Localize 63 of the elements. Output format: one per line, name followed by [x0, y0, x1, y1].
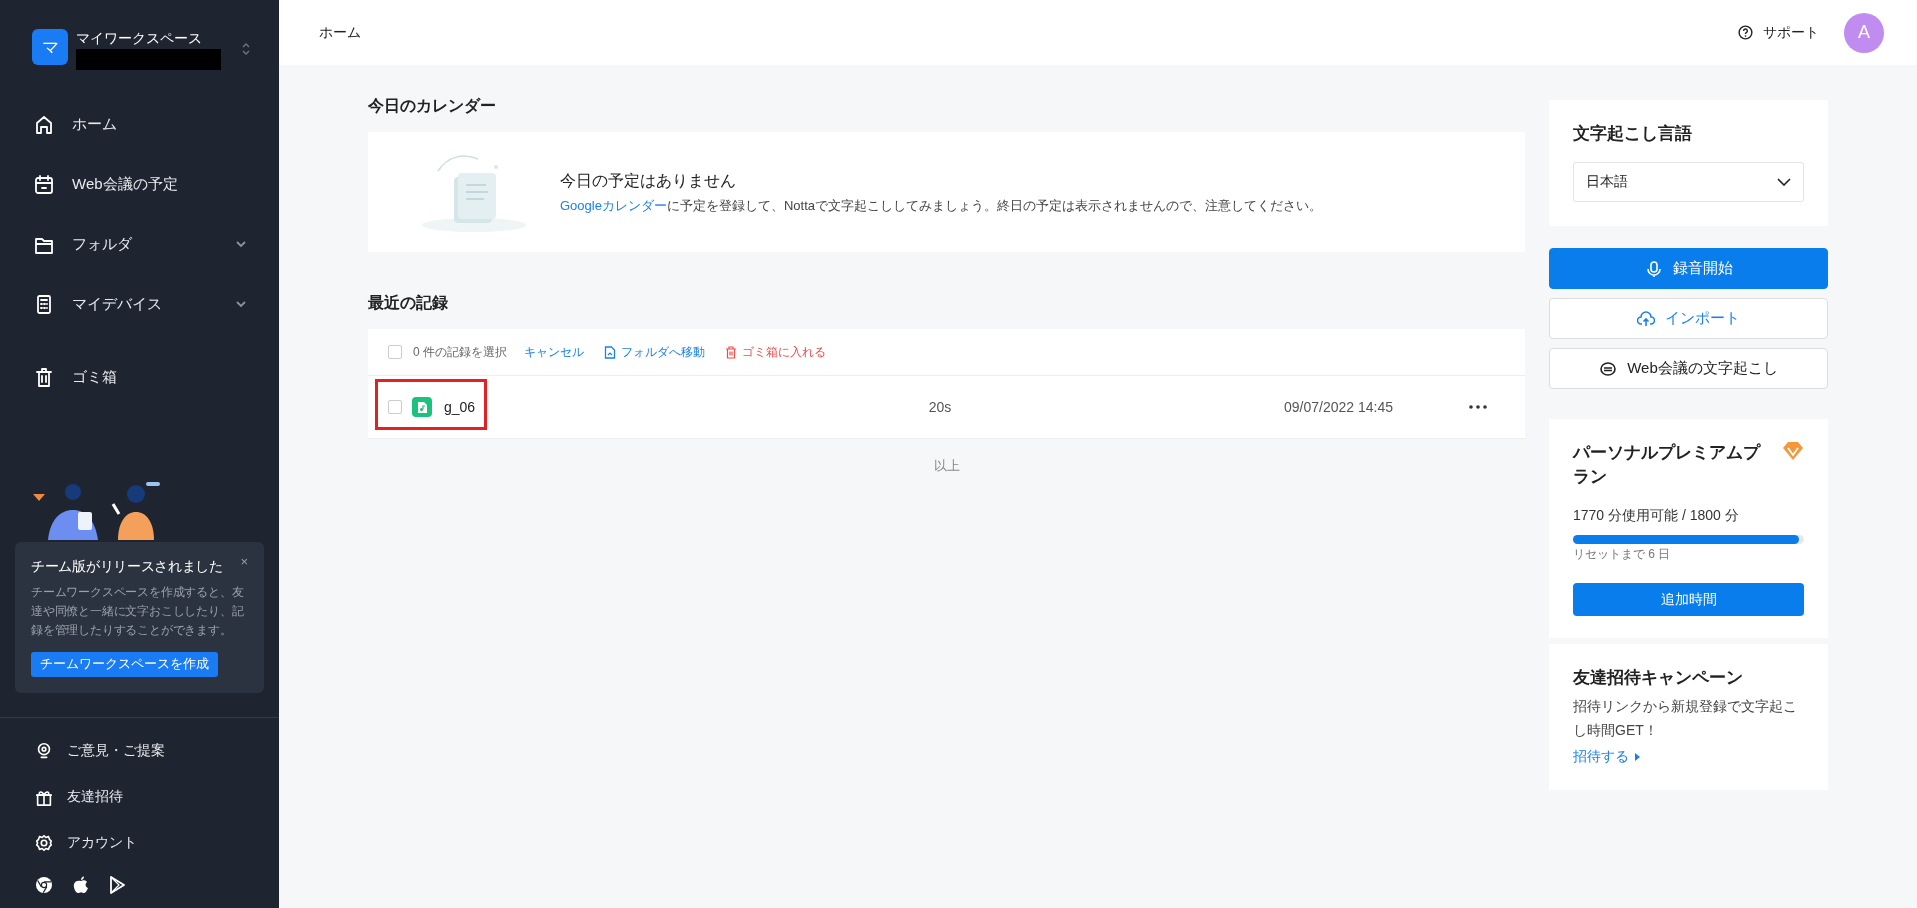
selection-count: 0 件の記録を選択: [413, 343, 507, 361]
nav-item[interactable]: Web会議の予定: [0, 154, 279, 214]
card-title: 文字起こし言語: [1573, 123, 1693, 145]
help-icon: [1738, 25, 1753, 40]
checkbox[interactable]: [388, 400, 402, 414]
trash-button[interactable]: ゴミ箱に入れる: [725, 343, 826, 361]
record-date: 09/07/2022 14:45: [1283, 399, 1394, 415]
action-button[interactable]: Web会議の文字起こし: [1549, 348, 1828, 389]
calendar-icon: [33, 173, 55, 195]
settings-icon: [34, 832, 54, 854]
play-store-icon[interactable]: [109, 876, 125, 894]
move-button[interactable]: フォルダへ移動: [604, 343, 705, 361]
support-link[interactable]: サポート: [1738, 23, 1819, 42]
language-dropdown[interactable]: 日本語: [1573, 162, 1804, 202]
diamond-icon: [1782, 441, 1804, 461]
nav-item[interactable]: ホーム: [0, 94, 279, 154]
promo-title: チーム版がリリースされました: [31, 557, 223, 576]
microphone-icon: [1644, 259, 1663, 278]
nav-item[interactable]: フォルダ: [0, 214, 279, 274]
audio-file-icon: [412, 397, 432, 417]
file-icon: [604, 345, 616, 359]
footer-item[interactable]: 友達招待: [0, 774, 279, 820]
nav-item[interactable]: マイデバイス: [0, 274, 279, 334]
invite-text: 招待リンクから新規登録で文字起こし時間GET！: [1573, 697, 1798, 740]
chevron-down-icon: [1777, 178, 1791, 186]
home-icon: [33, 113, 55, 135]
add-time-button[interactable]: 追加時間: [1573, 583, 1804, 616]
footer-item[interactable]: アカウント: [0, 820, 279, 866]
nav-item[interactable]: ゴミ箱: [0, 347, 279, 407]
workspace-name: マイワークスペース: [76, 29, 203, 47]
chrome-icon[interactable]: [35, 876, 53, 894]
action-button[interactable]: 録音開始: [1549, 248, 1828, 289]
chevron-down-icon[interactable]: [235, 240, 247, 248]
promo-text: チームワークスペースを作成すると、友達や同僚と一緒に文字おこししたり、記録を管理したりすることができます。: [31, 584, 245, 639]
calendar-link[interactable]: Googleカレンダー: [560, 197, 667, 213]
footer-item[interactable]: ご意見・ご提案: [0, 728, 279, 774]
reset-text: リセットまで 6 日: [1573, 546, 1672, 563]
action-button[interactable]: インポート: [1549, 298, 1828, 339]
updown-icon[interactable]: [241, 41, 251, 57]
invite-link[interactable]: 招待する: [1573, 748, 1640, 766]
empty-title: 今日の予定はありません: [560, 170, 737, 191]
calendar-hint: Googleカレンダーに予定を登録して、Nottaで文字起こししてみましょう。終日の予定は表示されませんので、注意してください。: [560, 196, 1322, 215]
record-name[interactable]: g_06: [444, 399, 476, 415]
card-title: パーソナルプレミアムプラン: [1573, 442, 1762, 488]
workspace-avatar[interactable]: マ: [32, 29, 68, 65]
checkbox[interactable]: [388, 345, 402, 359]
chevron-down-icon[interactable]: [235, 300, 247, 308]
record-duration: 20s: [927, 399, 953, 415]
section-title: 今日のカレンダー: [368, 96, 497, 116]
card-title: 友達招待キャンペーン: [1573, 667, 1744, 689]
list-end-label: 以上: [932, 457, 961, 475]
breadcrumb[interactable]: ホーム: [319, 23, 1738, 42]
trash-icon: [33, 366, 55, 388]
section-title: 最近の記録: [368, 293, 449, 313]
cloud-upload-icon: [1637, 309, 1655, 328]
caret-right-icon: [1635, 753, 1640, 761]
cancel-button[interactable]: キャンセル: [524, 343, 584, 361]
more-icon[interactable]: [1469, 405, 1487, 409]
apple-icon[interactable]: [73, 876, 89, 894]
create-workspace-button[interactable]: チームワークスペースを作成: [31, 652, 218, 677]
usage-text: 1770 分使用可能 / 1800 分: [1573, 507, 1740, 525]
close-button[interactable]: ×: [240, 554, 248, 569]
trash-icon: [725, 345, 737, 359]
